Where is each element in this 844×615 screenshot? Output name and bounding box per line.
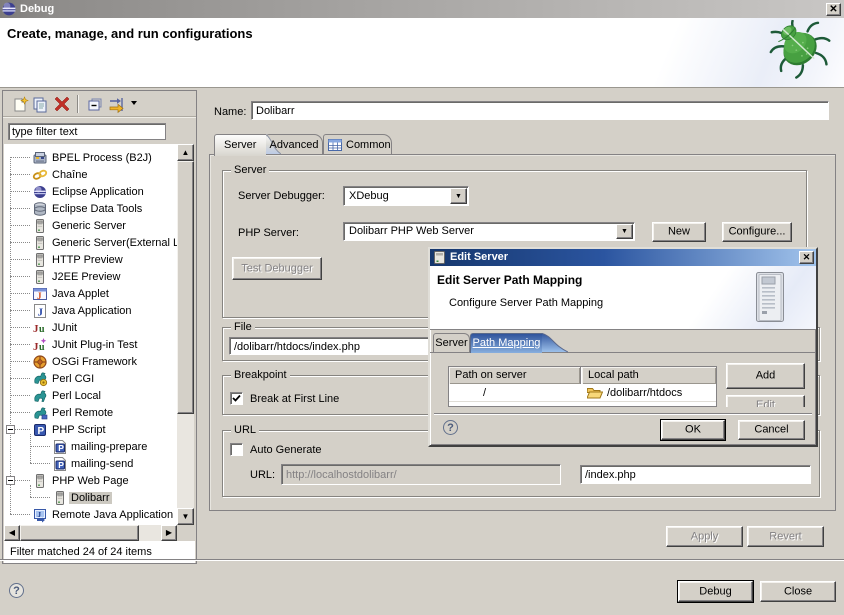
svg-text:J: J (38, 511, 42, 519)
svg-text:J: J (38, 307, 44, 319)
svg-text:u: u (39, 324, 45, 335)
svg-text:P: P (38, 426, 45, 437)
svg-text:P: P (58, 443, 64, 453)
svg-text:J: J (37, 291, 42, 301)
svg-text:P: P (58, 460, 64, 470)
svg-text:u: u (39, 342, 45, 353)
